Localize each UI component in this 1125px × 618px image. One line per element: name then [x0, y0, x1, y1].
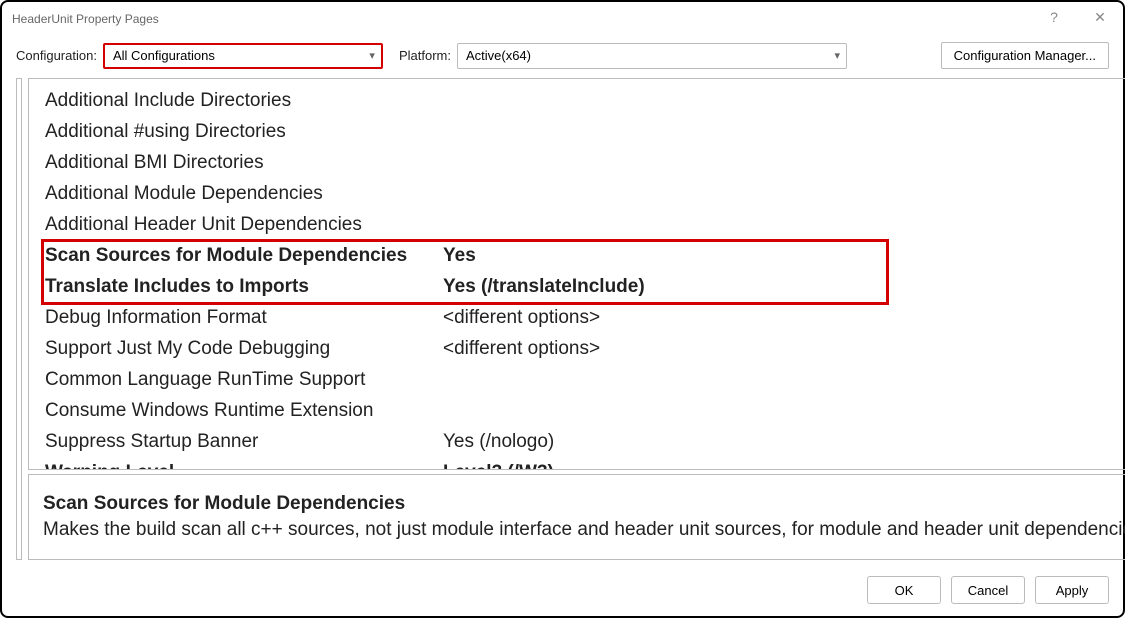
property-row[interactable]: Translate Includes to ImportsYes (/trans… — [45, 271, 1125, 302]
tree-ccpp-language[interactable]: Language — [21, 277, 22, 296]
tree-browseinfo[interactable]: ▹Browse Information — [21, 486, 22, 505]
apply-label: Apply — [1056, 583, 1089, 598]
tree-manifest[interactable]: ▹Manifest Tool — [21, 448, 22, 467]
tree-ccpp-alloptions[interactable]: All Options — [21, 391, 22, 410]
config-row: Configuration: All Configurations Platfo… — [2, 36, 1123, 77]
cancel-label: Cancel — [968, 583, 1008, 598]
tree-codeanalysis[interactable]: ▹Code Analysis — [21, 543, 22, 560]
property-label: Additional #using Directories — [45, 121, 439, 143]
property-grid[interactable]: Additional Include Directories Additional… — [28, 78, 1125, 470]
property-row[interactable]: Additional Header Unit Dependencies — [45, 209, 1125, 240]
tree-advanced[interactable]: Advanced — [21, 121, 22, 140]
tree-ccpp-external[interactable]: External Includes — [21, 353, 22, 372]
window-title: HeaderUnit Property Pages — [12, 12, 159, 26]
property-label: Scan Sources for Module Dependencies — [45, 245, 439, 267]
cfgmgr-label: Configuration Manager... — [954, 48, 1096, 63]
property-value[interactable]: Yes — [439, 245, 1125, 267]
property-row[interactable]: Consume Windows Runtime Extension — [45, 395, 1125, 426]
property-label: Additional Header Unit Dependencies — [45, 214, 439, 236]
tree-ccpp-preprocessor[interactable]: Preprocessor — [21, 239, 22, 258]
property-row[interactable]: Debug Information Format<different optio… — [45, 302, 1125, 333]
tree-debugging[interactable]: Debugging — [21, 140, 22, 159]
dialog-footer: OK Cancel Apply — [867, 576, 1109, 604]
description-text: Makes the build scan all c++ sources, no… — [43, 519, 1125, 541]
tree-ccpp-general[interactable]: General — [21, 197, 22, 220]
tree-ccpp-outputfiles[interactable]: Output Files — [21, 315, 22, 334]
property-row[interactable]: Warning LevelLevel3 (/W3) — [45, 457, 1125, 470]
close-icon[interactable]: ✕ — [1077, 2, 1123, 32]
tree-ccpp-precompiled[interactable]: Precompiled Headers — [21, 296, 22, 315]
property-label: Common Language RunTime Support — [45, 369, 439, 391]
tree-buildevents[interactable]: ▹Build Events — [21, 505, 22, 524]
property-value[interactable]: <different options> — [439, 307, 1125, 329]
property-label: Suppress Startup Banner — [45, 431, 439, 453]
configuration-select-value: All Configurations — [113, 48, 215, 63]
tree-ccpp-cmdline[interactable]: Command Line — [21, 410, 22, 429]
config-label: Configuration: — [16, 48, 97, 63]
property-row[interactable]: Additional BMI Directories — [45, 147, 1125, 178]
property-value[interactable]: Yes (/translateInclude) — [439, 276, 1125, 298]
apply-button[interactable]: Apply — [1035, 576, 1109, 604]
property-label: Translate Includes to Imports — [45, 276, 439, 298]
tree-ccpp-advanced[interactable]: Advanced — [21, 372, 22, 391]
platform-select[interactable]: Active(x64) — [457, 43, 847, 69]
tree-custombuild[interactable]: ▹Custom Build Step — [21, 524, 22, 543]
property-row[interactable]: Scan Sources for Module DependenciesYes — [45, 240, 1125, 271]
property-label: Support Just My Code Debugging — [45, 338, 439, 360]
property-label: Debug Information Format — [45, 307, 439, 329]
configuration-select[interactable]: All Configurations — [103, 43, 383, 69]
platform-select-value: Active(x64) — [466, 48, 531, 63]
property-label: Additional Module Dependencies — [45, 183, 439, 205]
property-label: Consume Windows Runtime Extension — [45, 400, 439, 422]
property-label: Additional BMI Directories — [45, 152, 439, 174]
ok-button[interactable]: OK — [867, 576, 941, 604]
property-label: Warning Level — [45, 462, 439, 471]
help-icon[interactable]: ? — [1031, 2, 1077, 32]
tree-ccpp[interactable]: ▾C/C++ — [21, 178, 22, 197]
tree-ccpp-optimization[interactable]: Optimization — [21, 220, 22, 239]
property-row[interactable]: Support Just My Code Debugging<different… — [45, 333, 1125, 364]
configuration-manager-button[interactable]: Configuration Manager... — [941, 42, 1109, 69]
sidebar-tree[interactable]: ▾Configuration Properties General Advanc… — [16, 78, 22, 560]
tree-vcpp[interactable]: VC++ Directories — [21, 159, 22, 178]
property-row[interactable]: Additional Include Directories — [45, 85, 1125, 116]
property-row[interactable]: Suppress Startup BannerYes (/nologo) — [45, 426, 1125, 457]
property-row[interactable]: Additional #using Directories — [45, 116, 1125, 147]
titlebar: HeaderUnit Property Pages ? ✕ — [2, 2, 1123, 36]
tree-ccpp-codegen[interactable]: Code Generation — [21, 258, 22, 277]
property-label: Additional Include Directories — [45, 90, 439, 112]
ok-label: OK — [895, 583, 914, 598]
property-value[interactable]: Level3 (/W3) — [439, 462, 1125, 471]
property-value[interactable]: <different options> — [439, 338, 1125, 360]
content-area: ▾Configuration Properties General Advanc… — [16, 78, 1109, 560]
tree-general[interactable]: General — [21, 102, 22, 121]
description-panel: Scan Sources for Module Dependencies Mak… — [28, 474, 1125, 560]
property-row[interactable]: Additional Module Dependencies — [45, 178, 1125, 209]
description-title: Scan Sources for Module Dependencies — [43, 493, 1125, 515]
tree-root[interactable]: ▾Configuration Properties — [21, 83, 22, 102]
tree-xmldoc[interactable]: ▹XML Document Generator — [21, 467, 22, 486]
tree-linker[interactable]: ▹Linker — [21, 429, 22, 448]
platform-label: Platform: — [399, 48, 451, 63]
cancel-button[interactable]: Cancel — [951, 576, 1025, 604]
tree-ccpp-browseinfo[interactable]: Browse Information — [21, 334, 22, 353]
property-value[interactable]: Yes (/nologo) — [439, 431, 1125, 453]
property-row[interactable]: Common Language RunTime Support — [45, 364, 1125, 395]
